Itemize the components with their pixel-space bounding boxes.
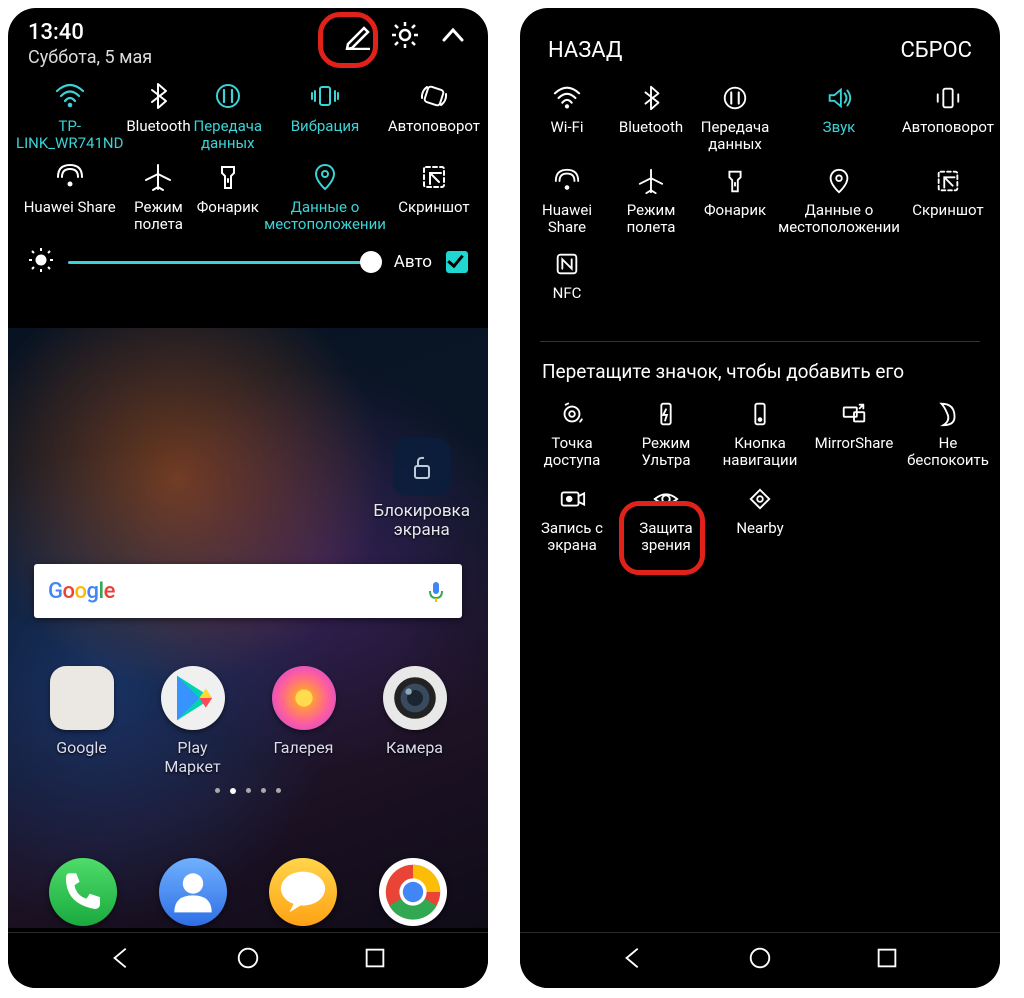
navbar-right xyxy=(520,932,1000,988)
available-tiles-grid: Точка доступаРежим УльтраКнопка навигаци… xyxy=(520,387,1000,563)
edit-tile-nfc[interactable]: NFC xyxy=(526,247,608,317)
avail-tile-nearby[interactable]: Nearby xyxy=(714,482,806,553)
dock-contacts[interactable] xyxy=(159,858,227,926)
time: 13:40 xyxy=(28,20,152,45)
auto-brightness-checkbox[interactable] xyxy=(446,251,468,273)
brightness-icon xyxy=(28,247,54,277)
edit-icon[interactable] xyxy=(342,20,372,54)
mic-icon[interactable] xyxy=(424,579,448,603)
brightness-row: Авто xyxy=(8,233,488,295)
qs-tile-location[interactable]: Данные о местоположении xyxy=(264,159,386,234)
app-camera[interactable]: Камера xyxy=(371,666,459,776)
quick-settings-grid: TP-LINK_WR741NDBluetoothПередача данныхВ… xyxy=(8,68,488,233)
nav-recent[interactable] xyxy=(874,945,900,975)
time-date: 13:40 Суббота, 5 мая xyxy=(28,20,152,68)
divider xyxy=(540,341,980,342)
avail-tile-navbtn[interactable]: Кнопка навигации xyxy=(714,397,806,468)
avail-tile-hotspot[interactable]: Точка доступа xyxy=(526,397,618,468)
google-searchbar[interactable]: Google xyxy=(34,564,462,618)
drag-hint: Перетащите значок, чтобы добавить его xyxy=(520,350,1000,387)
edit-tile-screenshot[interactable]: Скриншот xyxy=(902,164,994,235)
qs-tile-bluetooth[interactable]: Bluetooth xyxy=(125,78,191,153)
lock-widget[interactable]: Блокировкаэкрана xyxy=(373,438,470,539)
lock-icon xyxy=(393,438,451,496)
dock-messages[interactable] xyxy=(269,858,337,926)
edit-tile-airplane[interactable]: Режим полета xyxy=(610,164,692,235)
edit-tile-sound[interactable]: Звук xyxy=(778,81,900,152)
edit-tile-flashlight[interactable]: Фонарик xyxy=(694,164,776,235)
nav-home[interactable] xyxy=(747,945,773,975)
qs-tile-rotate[interactable]: Автоповорот xyxy=(388,78,480,153)
app-gallery[interactable]: Галерея xyxy=(260,666,348,776)
dock-phone[interactable] xyxy=(49,858,117,926)
auto-brightness-label: Авто xyxy=(394,252,432,272)
avail-tile-dnd[interactable]: Не беспокоить xyxy=(902,397,994,468)
google-logo: Google xyxy=(48,579,115,604)
qs-tile-wifi[interactable]: TP-LINK_WR741ND xyxy=(16,78,123,153)
nav-recent[interactable] xyxy=(362,945,388,975)
dock xyxy=(8,858,488,926)
avail-tile-ultra[interactable]: Режим Ультра xyxy=(620,397,712,468)
page-indicator xyxy=(8,788,488,794)
statusbar: 13:40 Суббота, 5 мая xyxy=(8,8,488,68)
dock-chrome[interactable] xyxy=(379,858,447,926)
qs-tile-data[interactable]: Передача данных xyxy=(194,78,263,153)
avail-tile-eye[interactable]: Защита зрения xyxy=(620,482,712,553)
qs-tile-screenshot[interactable]: Скриншот xyxy=(388,159,480,234)
qs-tile-vibrate[interactable]: Вибрация xyxy=(264,78,386,153)
phone-left: 13:40 Суббота, 5 мая TP-LINK_WR741NDBlue… xyxy=(8,8,488,988)
back-button[interactable]: НАЗАД xyxy=(548,38,622,63)
app-row: Google Play Маркет Галерея Камера xyxy=(8,666,488,776)
edit-tile-share[interactable]: Huawei Share xyxy=(526,164,608,235)
nav-back[interactable] xyxy=(621,945,647,975)
edit-header: НАЗАД СБРОС xyxy=(520,8,1000,73)
reset-button[interactable]: СБРОС xyxy=(900,38,972,63)
app-play[interactable]: Play Маркет xyxy=(149,666,237,776)
qs-tile-share[interactable]: Huawei Share xyxy=(16,159,123,234)
edit-tile-rotate2[interactable]: Автоповорот xyxy=(902,81,994,152)
phone-right: НАЗАД СБРОС Wi-FiBluetoothПередача данны… xyxy=(520,8,1000,988)
app-google[interactable]: Google xyxy=(38,666,126,776)
avail-tile-record[interactable]: Запись с экрана xyxy=(526,482,618,553)
active-tiles-grid: Wi-FiBluetoothПередача данныхЗвукАвтопов… xyxy=(520,73,1000,325)
navbar-left xyxy=(8,932,488,988)
qs-tile-airplane[interactable]: Режим полета xyxy=(125,159,191,234)
lock-label: Блокировкаэкрана xyxy=(373,502,470,539)
brightness-slider[interactable] xyxy=(68,261,380,264)
slider-thumb[interactable] xyxy=(360,251,382,273)
edit-tile-bluetooth[interactable]: Bluetooth xyxy=(610,81,692,152)
collapse-icon[interactable] xyxy=(438,20,468,54)
wallpaper xyxy=(8,328,488,928)
top-icons xyxy=(342,20,468,54)
edit-tile-location[interactable]: Данные о местоположении xyxy=(778,164,900,235)
avail-tile-mirror[interactable]: MirrorShare xyxy=(808,397,900,468)
edit-tile-wifi[interactable]: Wi-Fi xyxy=(526,81,608,152)
gear-icon[interactable] xyxy=(390,20,420,54)
edit-tile-data[interactable]: Передача данных xyxy=(694,81,776,152)
nav-home[interactable] xyxy=(235,945,261,975)
date: Суббота, 5 мая xyxy=(28,47,152,68)
nav-back[interactable] xyxy=(109,945,135,975)
qs-tile-flashlight[interactable]: Фонарик xyxy=(194,159,263,234)
